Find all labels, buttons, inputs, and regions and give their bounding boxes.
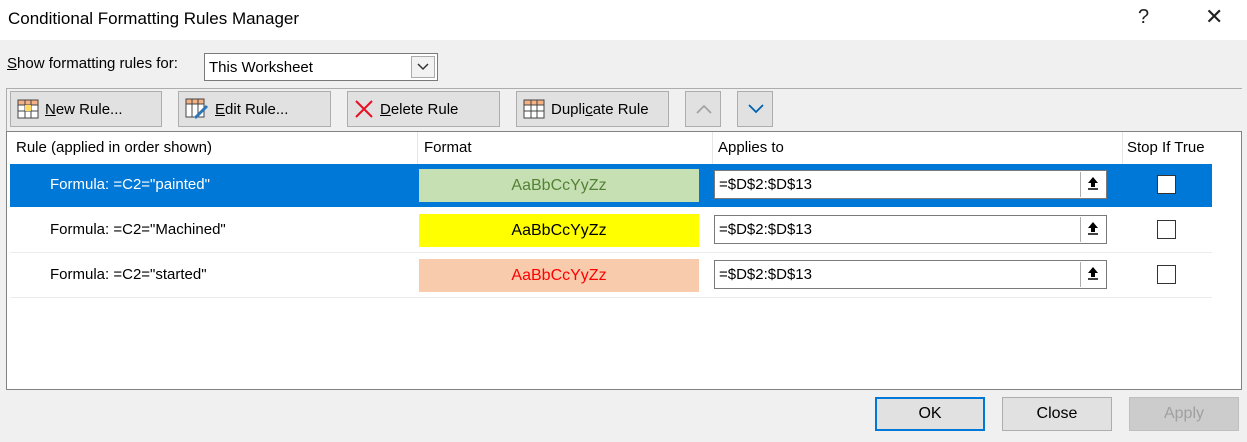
- applies-to-value: =$D$2:$D$13: [719, 266, 812, 283]
- edit-rule-label: Edit Rule...: [215, 100, 289, 118]
- rule-row[interactable]: Formula: =C2="Machined" AaBbCcYyZz =$D$2…: [10, 209, 1212, 252]
- apply-button[interactable]: Apply: [1129, 397, 1239, 431]
- stop-if-true-checkbox[interactable]: [1157, 265, 1176, 284]
- column-header-format[interactable]: Format: [424, 132, 472, 164]
- format-preview: AaBbCcYyZz: [419, 259, 699, 292]
- column-header-stop-if-true[interactable]: Stop If True: [1127, 132, 1205, 164]
- row-divider: [10, 252, 1212, 253]
- rule-description: Formula: =C2="painted": [50, 176, 210, 193]
- new-rule-button[interactable]: New Rule...: [10, 91, 162, 127]
- close-button[interactable]: Close: [1002, 397, 1112, 431]
- applies-to-value: =$D$2:$D$13: [719, 221, 812, 238]
- column-separator: [712, 132, 713, 164]
- format-preview: AaBbCcYyZz: [419, 169, 699, 202]
- rule-description: Formula: =C2="Machined": [50, 221, 226, 238]
- edit-rule-icon: [185, 98, 209, 120]
- applies-to-field[interactable]: =$D$2:$D$13: [714, 260, 1107, 289]
- collapse-dialog-icon: [1088, 177, 1098, 190]
- range-select-button[interactable]: [1080, 217, 1105, 242]
- title-bar: Conditional Formatting Rules Manager ? ✕: [0, 0, 1247, 40]
- chevron-down-icon: [748, 104, 764, 114]
- duplicate-rule-button[interactable]: Duplicate Rule: [516, 91, 669, 127]
- range-select-button[interactable]: [1080, 172, 1105, 197]
- chevron-up-icon: [696, 104, 712, 114]
- applies-to-field[interactable]: =$D$2:$D$13: [714, 215, 1107, 244]
- column-header-rule[interactable]: Rule (applied in order shown): [16, 132, 212, 164]
- move-down-button[interactable]: [737, 91, 773, 127]
- rule-row[interactable]: Formula: =C2="painted" AaBbCcYyZz =$D$2:…: [10, 164, 1212, 207]
- format-preview: AaBbCcYyZz: [419, 214, 699, 247]
- delete-icon: [354, 99, 374, 119]
- range-select-button[interactable]: [1080, 262, 1105, 287]
- help-icon[interactable]: ?: [1138, 6, 1149, 29]
- show-rules-label: Show formatting rules for:: [7, 55, 178, 72]
- new-rule-icon: [17, 99, 39, 119]
- rule-row[interactable]: Formula: =C2="started" AaBbCcYyZz =$D$2:…: [10, 254, 1212, 297]
- move-up-button[interactable]: [685, 91, 721, 127]
- delete-rule-label: Delete Rule: [380, 100, 459, 118]
- ok-button[interactable]: OK: [875, 397, 985, 431]
- stop-if-true-checkbox[interactable]: [1157, 220, 1176, 239]
- row-divider: [10, 297, 1212, 298]
- column-header-applies-to[interactable]: Applies to: [718, 132, 784, 164]
- applies-to-field[interactable]: =$D$2:$D$13: [714, 170, 1107, 199]
- collapse-dialog-icon: [1088, 222, 1098, 235]
- rules-list[interactable]: Rule (applied in order shown) Format App…: [6, 131, 1242, 390]
- collapse-dialog-icon: [1088, 267, 1098, 280]
- new-rule-label: New Rule...: [45, 100, 123, 118]
- stop-if-true-checkbox[interactable]: [1157, 175, 1176, 194]
- duplicate-rule-icon: [523, 99, 545, 119]
- column-separator: [1122, 132, 1123, 164]
- duplicate-rule-label: Duplicate Rule: [551, 100, 649, 118]
- applies-to-value: =$D$2:$D$13: [719, 176, 812, 193]
- dialog-title: Conditional Formatting Rules Manager: [8, 9, 300, 28]
- edit-rule-button[interactable]: Edit Rule...: [178, 91, 331, 127]
- scope-dropdown[interactable]: This Worksheet: [204, 53, 438, 81]
- scope-dropdown-value: This Worksheet: [209, 59, 313, 76]
- chevron-down-icon[interactable]: [411, 56, 435, 78]
- delete-rule-button[interactable]: Delete Rule: [347, 91, 500, 127]
- column-separator: [417, 132, 418, 164]
- close-icon[interactable]: ✕: [1205, 4, 1223, 30]
- rule-description: Formula: =C2="started": [50, 266, 207, 283]
